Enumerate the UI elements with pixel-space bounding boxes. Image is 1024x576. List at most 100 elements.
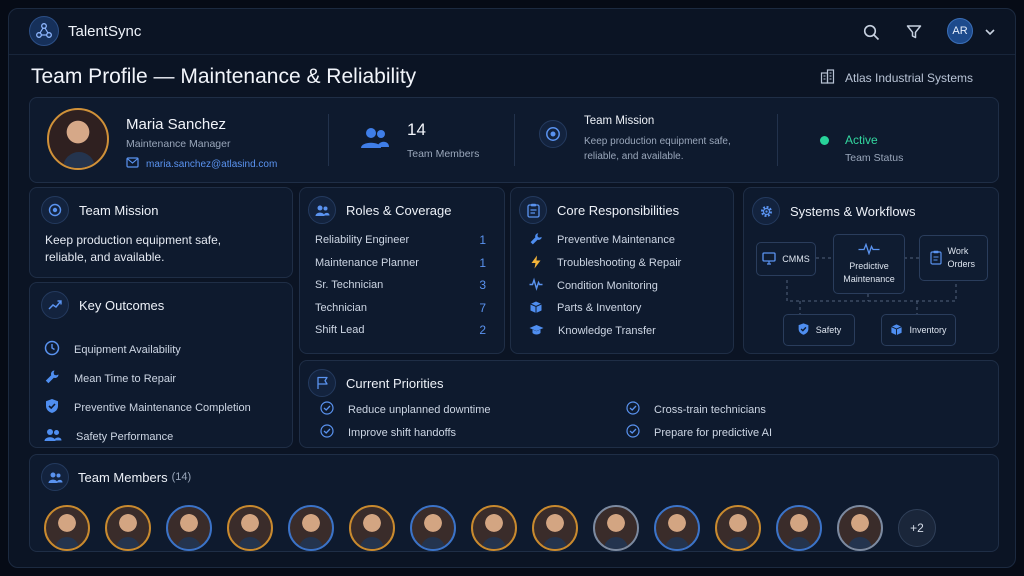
leader-role: Maintenance Manager xyxy=(126,138,231,150)
work-orders-label: Work Orders xyxy=(947,246,976,269)
outcome-item: Preventive Maintenance Completion xyxy=(44,393,251,422)
search-icon[interactable] xyxy=(860,21,882,43)
member-avatar[interactable] xyxy=(776,505,822,551)
people-icon xyxy=(308,196,336,224)
team-members-count: (14) xyxy=(171,471,192,483)
current-priorities-header: Current Priorities xyxy=(308,369,444,397)
role-count: 3 xyxy=(479,278,486,293)
leader-email-link[interactable]: maria.sanchez@atlasind.com xyxy=(126,155,277,173)
team-mission-title: Team Mission xyxy=(79,202,159,218)
page-title: Team Profile — Maintenance & Reliability xyxy=(31,65,417,88)
outcome-item: Safety Performance xyxy=(44,422,251,451)
cmms-label: CMMS xyxy=(782,254,810,264)
member-avatar[interactable] xyxy=(105,505,151,551)
check-circle-icon xyxy=(626,401,640,418)
role-count: 1 xyxy=(479,255,486,270)
leader-avatar[interactable] xyxy=(47,108,109,170)
core-responsibilities-card: Core Responsibilities Preventive Mainten… xyxy=(510,187,734,354)
work-orders-node[interactable]: Work Orders xyxy=(919,235,988,281)
team-mission-header: Team Mission xyxy=(41,196,158,224)
team-summary-panel: Maria Sanchez Maintenance Manager maria.… xyxy=(29,97,999,183)
team-mission-card: Team Mission Keep production equipment s… xyxy=(29,187,293,278)
member-avatar[interactable] xyxy=(227,505,273,551)
member-avatar[interactable] xyxy=(410,505,456,551)
trending-up-icon xyxy=(41,291,69,319)
role-name: Shift Lead xyxy=(315,324,365,337)
member-avatar[interactable] xyxy=(715,505,761,551)
responsibility-label: Condition Monitoring xyxy=(557,279,658,292)
app-window: TalentSync AR Team Profile — Maintenance… xyxy=(8,8,1016,568)
roles-coverage-card: Roles & Coverage Reliability Engineer 1 M… xyxy=(299,187,505,354)
predictive-maintenance-label: Predictive Maintenance xyxy=(843,260,895,284)
outcome-item: Mean Time to Repair xyxy=(44,364,251,393)
role-count: 2 xyxy=(479,323,486,338)
member-avatar[interactable] xyxy=(166,505,212,551)
shield-icon xyxy=(797,322,810,338)
inventory-label: Inventory xyxy=(909,325,947,335)
flag-icon xyxy=(308,369,336,397)
divider xyxy=(514,114,515,166)
inventory-node[interactable]: Inventory xyxy=(881,314,956,346)
role-row: Shift Lead 2 xyxy=(315,319,486,342)
member-avatar[interactable] xyxy=(471,505,517,551)
member-avatar[interactable] xyxy=(288,505,334,551)
responsibility-item: Knowledge Transfer xyxy=(529,320,681,343)
monitor-icon xyxy=(762,251,776,267)
clipboard-icon xyxy=(929,250,942,267)
role-row: Maintenance Planner 1 xyxy=(315,252,486,275)
role-row: Sr. Technician 3 xyxy=(315,274,486,297)
divider xyxy=(777,114,778,166)
team-status: Active xyxy=(845,133,878,147)
priority-label: Prepare for predictive AI xyxy=(654,426,773,439)
company-name: Atlas Industrial Systems xyxy=(845,71,974,85)
shield-icon xyxy=(44,398,60,417)
team-members-title: Team Members xyxy=(78,469,168,485)
priority-item: Reduce unplanned downtime xyxy=(320,401,491,418)
role-count: 7 xyxy=(479,300,486,315)
chevron-down-icon[interactable] xyxy=(979,21,1001,43)
member-avatars: +2 xyxy=(44,505,936,551)
member-avatar[interactable] xyxy=(349,505,395,551)
member-avatar[interactable] xyxy=(654,505,700,551)
predictive-maintenance-node[interactable]: Predictive Maintenance xyxy=(833,234,905,294)
member-avatar[interactable] xyxy=(593,505,639,551)
target-icon xyxy=(41,196,69,224)
top-bar: TalentSync AR xyxy=(9,9,1015,55)
key-outcomes-list: Equipment Availability Mean Time to Repa… xyxy=(44,335,251,451)
wrench-icon xyxy=(44,369,60,388)
check-circle-icon xyxy=(626,424,640,441)
roles-coverage-title: Roles & Coverage xyxy=(346,202,452,218)
clipboard-icon xyxy=(519,196,547,224)
responsibility-label: Parts & Inventory xyxy=(557,302,642,315)
summary-mission-title: Team Mission xyxy=(584,115,655,127)
responsibilities-list: Preventive Maintenance Troubleshooting &… xyxy=(529,229,681,342)
role-count: 1 xyxy=(479,233,486,248)
outcome-label: Equipment Availability xyxy=(74,343,181,356)
roles-list: Reliability Engineer 1 Maintenance Planne… xyxy=(315,229,486,342)
role-name: Reliability Engineer xyxy=(315,234,410,247)
filter-icon[interactable] xyxy=(903,21,925,43)
safety-label: Safety xyxy=(815,325,842,335)
member-avatar[interactable] xyxy=(837,505,883,551)
priority-label: Improve shift handoffs xyxy=(348,426,457,439)
role-name: Sr. Technician xyxy=(315,279,384,292)
role-row: Technician 7 xyxy=(315,297,486,320)
user-avatar-button[interactable]: AR xyxy=(947,18,973,44)
responsibility-label: Knowledge Transfer xyxy=(558,325,656,338)
check-circle-icon xyxy=(320,424,334,441)
role-row: Reliability Engineer 1 xyxy=(315,229,486,252)
pulse-icon xyxy=(858,242,880,257)
member-avatar[interactable] xyxy=(44,505,90,551)
talentsync-logo-icon[interactable] xyxy=(29,16,59,46)
member-count: 14 xyxy=(407,120,426,139)
more-members-button[interactable]: +2 xyxy=(898,509,936,547)
safety-node[interactable]: Safety xyxy=(783,314,855,346)
outcome-label: Preventive Maintenance Completion xyxy=(74,401,251,414)
clock-icon xyxy=(44,340,60,359)
pulse-icon xyxy=(529,277,543,294)
member-avatar[interactable] xyxy=(532,505,578,551)
current-priorities-title: Current Priorities xyxy=(346,375,444,391)
divider xyxy=(328,114,329,166)
cmms-node[interactable]: CMMS xyxy=(756,242,816,276)
priority-item: Improve shift handoffs xyxy=(320,424,456,441)
